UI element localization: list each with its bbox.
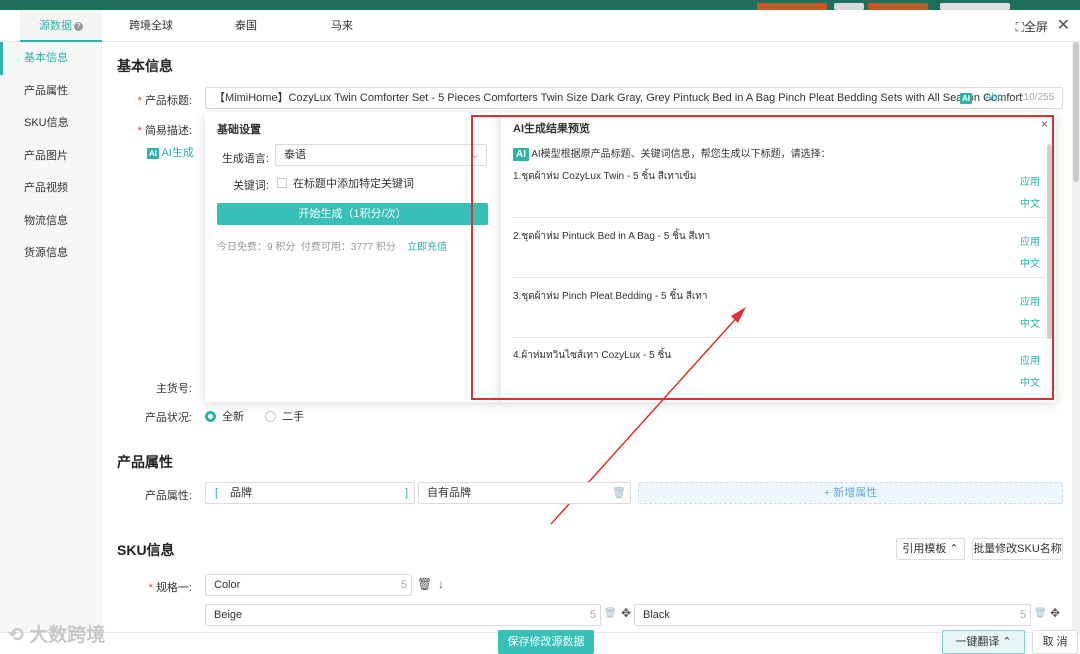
move-icon[interactable]: ✥ (1050, 606, 1060, 620)
spec-label: * 规格一: (148, 582, 192, 594)
section-title-attributes: 产品属性 (117, 454, 173, 470)
trash-icon[interactable]: 🗑 (612, 483, 626, 503)
sku-option-input[interactable]: Beige 5 (205, 604, 601, 626)
trash-icon[interactable]: 🗑 (417, 577, 432, 591)
sku-option-input[interactable]: Black 5 (634, 604, 1031, 626)
section-title-sku: SKU信息 (117, 542, 175, 558)
cancel-button[interactable]: 取 消 (1032, 630, 1078, 654)
arrow-down-icon[interactable]: ↓ (438, 577, 444, 591)
logo-icon: ⟲ (8, 625, 24, 646)
add-attribute-button[interactable]: + 新增属性 (638, 482, 1063, 504)
attribute-label: 产品属性: (144, 490, 192, 502)
attribute-value-input[interactable]: 自有品牌 🗑 (418, 482, 631, 504)
save-button[interactable]: 保存修改源数据 (498, 630, 594, 654)
trash-icon[interactable]: 🗑 (1034, 608, 1047, 619)
spec-name-input[interactable]: Color 5 (205, 574, 412, 596)
translate-button[interactable]: 一键翻译 ⌃ (942, 630, 1025, 654)
chevron-up-icon: ⌃ (949, 543, 959, 555)
template-button[interactable]: 引用模板 ⌃ (896, 538, 965, 560)
trash-icon[interactable]: 🗑 (604, 608, 617, 619)
move-icon[interactable]: ✥ (621, 606, 631, 620)
watermark-logo: ⟲ 大数跨境 (8, 625, 106, 646)
batch-rename-button[interactable]: 批量修改SKU名称 (972, 538, 1063, 560)
attribute-name-input[interactable]: [ 品牌 ] (205, 482, 415, 504)
chevron-up-icon: ⌃ (1002, 636, 1012, 648)
